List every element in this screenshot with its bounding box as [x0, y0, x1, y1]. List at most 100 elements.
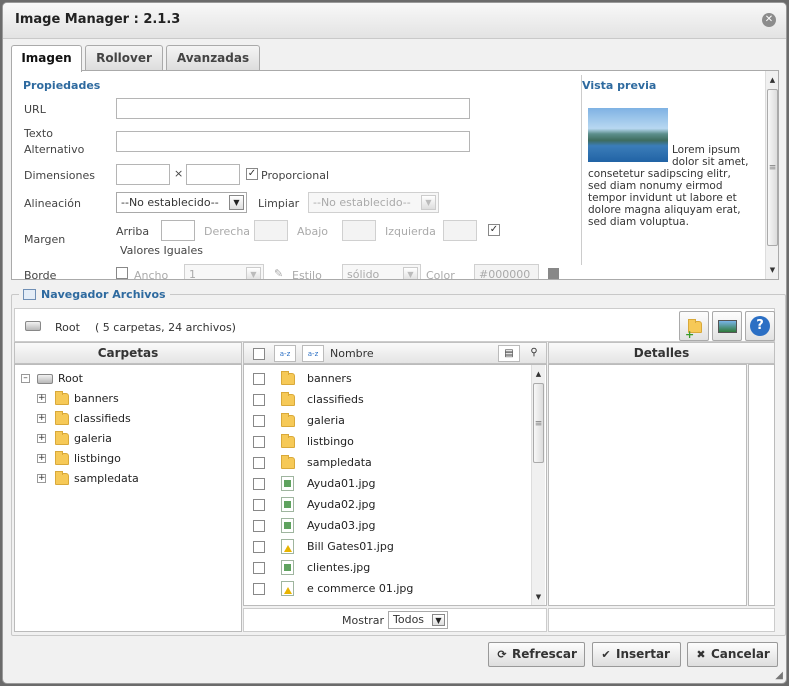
file-row-checkbox[interactable] [253, 415, 265, 427]
scroll-down-icon[interactable]: ▼ [766, 263, 778, 277]
file-row-checkbox[interactable] [253, 499, 265, 511]
image-manager-dialog: Image Manager : 2.1.3 ✕ Imagen Rollover … [2, 2, 787, 684]
proportional-checkbox[interactable]: ✓ [246, 168, 258, 180]
margin-top-input[interactable] [161, 220, 195, 241]
expand-icon[interactable]: + [37, 414, 46, 423]
details-side [748, 364, 775, 606]
file-row[interactable]: sampledata [244, 454, 529, 472]
file-browser-title: Navegador Archivos [41, 288, 166, 301]
tree-item-sampledata[interactable]: + sampledata [15, 470, 241, 488]
file-row-label: Ayuda01.jpg [307, 477, 376, 490]
border-checkbox[interactable] [116, 267, 128, 279]
file-row[interactable]: galeria [244, 412, 529, 430]
file-row[interactable]: Ayuda02.jpg [244, 496, 529, 514]
sort-az-icon[interactable]: a-z [274, 345, 296, 362]
border-label: Borde [24, 269, 57, 280]
equal-values-checkbox[interactable]: ✓ [488, 224, 500, 236]
border-width-label: Ancho [134, 269, 169, 280]
tree-item-banners[interactable]: + banners [15, 390, 241, 408]
collapse-icon[interactable]: – [21, 374, 30, 383]
warning-file-icon [281, 539, 294, 554]
titlebar[interactable]: Image Manager : 2.1.3 ✕ [3, 3, 786, 39]
expand-icon[interactable]: + [37, 394, 46, 403]
border-style-select[interactable]: sólido ▼ [342, 264, 421, 279]
margin-left-input[interactable] [443, 220, 477, 241]
border-width-value: 1 [189, 268, 196, 280]
folder-icon [281, 392, 295, 406]
select-all-checkbox[interactable] [253, 348, 265, 360]
scroll-up-icon[interactable]: ▲ [766, 73, 778, 87]
close-icon[interactable]: ✕ [762, 13, 776, 27]
tree-item-galeria[interactable]: + galeria [15, 430, 241, 448]
tree-item-listbingo[interactable]: + listbingo [15, 450, 241, 468]
show-select[interactable]: Todos ▼ [388, 611, 448, 629]
insert-button[interactable]: ✔ Insertar [592, 642, 681, 667]
alt-text-input[interactable] [116, 131, 470, 152]
file-row[interactable]: classifieds [244, 391, 529, 409]
margin-right-input[interactable] [254, 220, 288, 241]
tab-avanzadas[interactable]: Avanzadas [166, 45, 260, 71]
alt-text-label-line2: Alternativo [24, 143, 85, 156]
root-label[interactable]: Root [55, 321, 80, 334]
tree-item-classifieds[interactable]: + classifieds [15, 410, 241, 428]
file-row[interactable]: Ayuda01.jpg [244, 475, 529, 493]
alt-text-label-line1: Texto [24, 127, 53, 140]
binoculars-icon[interactable]: ⚲ [524, 345, 544, 362]
scroll-down-icon[interactable]: ▼ [532, 590, 545, 604]
url-input[interactable] [116, 98, 470, 119]
tab-imagen[interactable]: Imagen [11, 45, 82, 72]
file-row-label: classifieds [307, 393, 364, 406]
file-row[interactable]: e commerce 01.jpg [244, 580, 529, 598]
file-row[interactable]: Ayuda03.jpg [244, 517, 529, 535]
scroll-thumb[interactable]: ≡ [533, 383, 544, 463]
list-view-icon[interactable]: ▤ [498, 345, 520, 362]
resize-grip-icon[interactable]: ◢ [775, 670, 783, 681]
folder-summary: ( 5 carpetas, 24 archivos) [95, 321, 236, 334]
clear-select[interactable]: --No establecido-- ▼ [308, 192, 439, 213]
height-input[interactable] [186, 164, 240, 185]
file-row[interactable]: listbingo [244, 433, 529, 451]
scroll-thumb[interactable]: ≡ [767, 89, 778, 246]
file-row-checkbox[interactable] [253, 436, 265, 448]
file-row-checkbox[interactable] [253, 562, 265, 574]
alignment-label: Alineación [24, 197, 81, 210]
tree-root[interactable]: – Root [15, 370, 241, 388]
properties-title: Propiedades [23, 79, 101, 92]
url-label: URL [24, 103, 46, 116]
alignment-select[interactable]: --No establecido-- ▼ [116, 192, 247, 213]
refresh-button[interactable]: ⟳ Refrescar [488, 642, 585, 667]
help-button[interactable]: ? [745, 311, 775, 341]
color-swatch[interactable] [548, 268, 559, 279]
file-row-checkbox[interactable] [253, 394, 265, 406]
files-scrollbar[interactable]: ▲ ≡ ▼ [531, 365, 545, 605]
expand-icon[interactable]: + [37, 434, 46, 443]
files-list: banners classifieds galeria listbingo sample… [243, 364, 547, 606]
border-width-select[interactable]: 1 ▼ [184, 264, 264, 280]
plus-icon: + [685, 328, 695, 341]
file-row-checkbox[interactable] [253, 583, 265, 595]
new-folder-button[interactable]: + [679, 311, 709, 341]
name-header[interactable]: Nombre [330, 343, 374, 364]
width-input[interactable] [116, 164, 170, 185]
chevron-down-icon: ▼ [246, 267, 261, 279]
upload-button[interactable] [712, 311, 742, 341]
file-row[interactable]: Bill Gates01.jpg [244, 538, 529, 556]
preview-area: Vista previa Lorem ipsum dolor sit amet,… [581, 75, 765, 265]
margin-bottom-input[interactable] [342, 220, 376, 241]
scroll-up-icon[interactable]: ▲ [532, 367, 545, 381]
file-row-label: Ayuda03.jpg [307, 519, 376, 532]
file-row[interactable]: clientes.jpg [244, 559, 529, 577]
expand-icon[interactable]: + [37, 454, 46, 463]
file-row-checkbox[interactable] [253, 541, 265, 553]
properties-scrollbar[interactable]: ▲ ≡ ▼ [765, 71, 778, 279]
cancel-button[interactable]: ✖ Cancelar [687, 642, 778, 667]
file-row[interactable]: banners [244, 370, 529, 388]
file-row-checkbox[interactable] [253, 373, 265, 385]
sort-za-icon[interactable]: a-z [302, 345, 324, 362]
file-row-checkbox[interactable] [253, 520, 265, 532]
file-row-checkbox[interactable] [253, 457, 265, 469]
border-color-input[interactable]: #000000 [474, 264, 539, 279]
tab-rollover[interactable]: Rollover [85, 45, 163, 71]
expand-icon[interactable]: + [37, 474, 46, 483]
file-row-checkbox[interactable] [253, 478, 265, 490]
